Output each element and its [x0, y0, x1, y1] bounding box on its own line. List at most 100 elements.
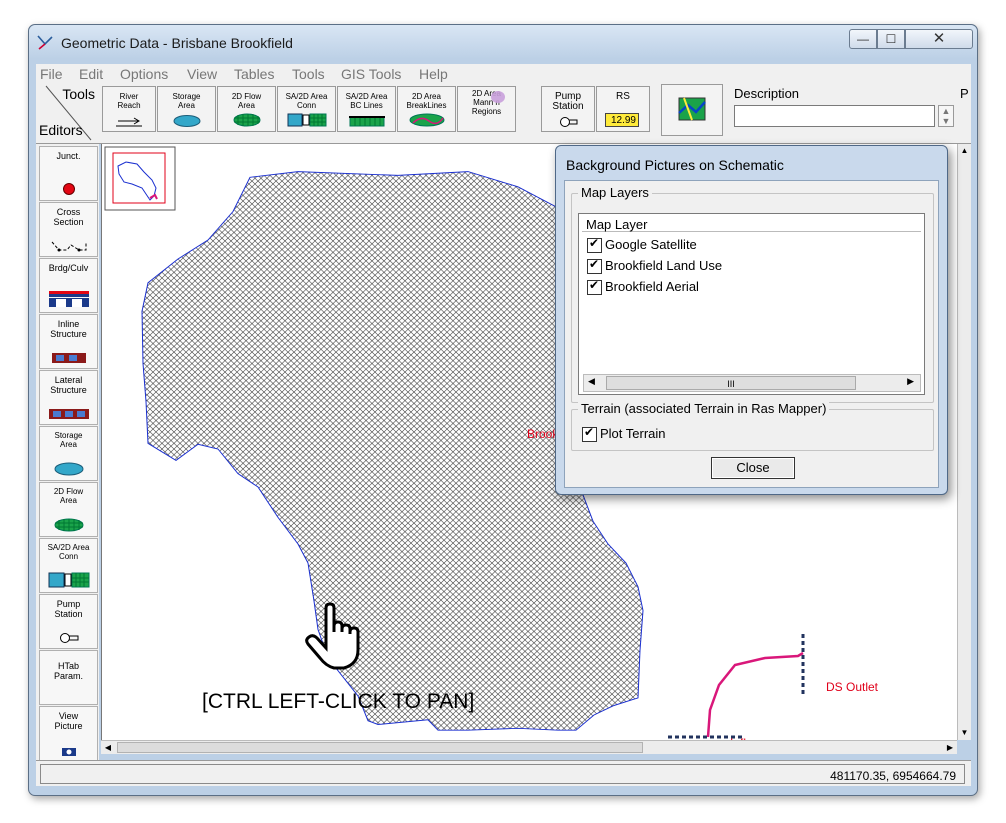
- maximize-button[interactable]: ☐: [877, 29, 905, 49]
- storage-area-icon: [173, 115, 200, 127]
- list-item[interactable]: Brookfield Land Use: [583, 257, 922, 277]
- mannings-region-icon: [491, 91, 505, 103]
- menu-file[interactable]: File: [40, 66, 63, 82]
- pump-icon: [560, 117, 578, 127]
- storage-area-button[interactable]: Storage Area: [157, 86, 216, 132]
- list-horizontal-scrollbar[interactable]: ◀ III ▶: [583, 374, 921, 392]
- map-icon: [678, 97, 706, 121]
- pump-station-button[interactable]: Pump Station: [541, 86, 595, 132]
- junction-editor-button[interactable]: Junct.: [39, 146, 98, 201]
- menu-edit[interactable]: Edit: [79, 66, 103, 82]
- map-layers-group-label: Map Layers: [578, 185, 652, 200]
- rs-button[interactable]: RS 12.99: [596, 86, 650, 132]
- menu-tables[interactable]: Tables: [234, 66, 274, 82]
- menu-gis-tools[interactable]: GIS Tools: [341, 66, 401, 82]
- menu-help[interactable]: Help: [419, 66, 448, 82]
- terrain-group-label: Terrain (associated Terrain in Ras Mappe…: [578, 401, 830, 416]
- close-window-button[interactable]: ✕: [905, 29, 973, 49]
- tools-editors-header: Tools Editors: [36, 84, 99, 142]
- layer-checkbox-land-use[interactable]: [587, 257, 602, 274]
- sa-2d-bc-lines-button[interactable]: SA/2D Area BC Lines: [337, 86, 396, 132]
- tools-label: Tools: [62, 86, 95, 102]
- coordinates-readout: 481170.35, 6954664.79: [830, 769, 956, 783]
- editors-label: Editors: [39, 122, 83, 138]
- close-button[interactable]: Close: [711, 457, 795, 479]
- pan-hint-text: [CTRL LEFT-CLICK TO PAN]: [202, 690, 475, 713]
- description-label: Description: [734, 86, 800, 101]
- menu-tools[interactable]: Tools: [292, 66, 325, 82]
- terrain-group: Terrain (associated Terrain in Ras Mappe…: [571, 401, 934, 451]
- scroll-left-arrow[interactable]: ◀: [101, 741, 115, 754]
- list-scroll-left[interactable]: ◀: [588, 376, 595, 387]
- status-field: 481170.35, 6954664.79: [40, 764, 965, 784]
- layer-name: Brookfield Aerial: [605, 279, 699, 294]
- description-spinner[interactable]: ▲ ▼: [938, 105, 954, 127]
- list-scroll-thumb[interactable]: III: [606, 376, 856, 390]
- layer-name: Google Satellite: [605, 237, 697, 252]
- scroll-up-arrow[interactable]: ▲: [958, 144, 971, 158]
- list-scroll-right[interactable]: ▶: [907, 376, 914, 387]
- dialog-body: Map Layers Map Layer Google Satellite Br…: [564, 180, 939, 488]
- sa-2d-conn-button[interactable]: SA/2D Area Conn: [277, 86, 336, 132]
- pump-station-editor-button[interactable]: Pump Station: [39, 594, 98, 649]
- map-layer-list[interactable]: Map Layer Google Satellite Brookfield La…: [578, 213, 925, 395]
- scroll-right-arrow[interactable]: ▶: [943, 741, 957, 754]
- scroll-down-arrow[interactable]: ▼: [958, 726, 971, 740]
- river-reach-button[interactable]: River Reach: [102, 86, 156, 132]
- menu-options[interactable]: Options: [120, 66, 168, 82]
- list-header-map-layer: Map Layer: [586, 217, 648, 232]
- description-field[interactable]: [734, 105, 935, 127]
- map-layers-button[interactable]: [661, 84, 723, 136]
- horizontal-scrollbar[interactable]: ◀ ▶: [101, 740, 957, 754]
- title-bar[interactable]: Geometric Data - Brisbane Brookfield — ☐…: [29, 25, 977, 59]
- 2d-breaklines-button[interactable]: 2D Area BreakLines: [397, 86, 456, 132]
- layer-name: Brookfield Land Use: [605, 258, 723, 273]
- map-layers-group: Map Layers Map Layer Google Satellite Br…: [571, 185, 934, 403]
- dialog-title: Background Pictures on Schematic: [566, 157, 784, 173]
- minimize-button[interactable]: —: [849, 29, 877, 49]
- menu-view[interactable]: View: [187, 66, 217, 82]
- sa-2d-conn-icon: [287, 113, 326, 127]
- hand-pan-icon: [305, 602, 360, 670]
- layer-checkbox-google-satellite[interactable]: [587, 236, 602, 253]
- bc-lines-icon: [348, 116, 385, 127]
- list-header-row: Map Layer: [582, 216, 921, 232]
- layer-checkbox-aerial[interactable]: [587, 278, 602, 295]
- bridge-culvert-editor-button[interactable]: Brdg/Culv: [39, 258, 98, 313]
- inline-structure-editor-button[interactable]: Inline Structure: [39, 314, 98, 369]
- camera-icon: [61, 748, 76, 756]
- plot-terrain-checkbox[interactable]: [582, 425, 597, 442]
- 2d-grid-icon: [233, 113, 260, 127]
- 2d-flow-area-editor-button[interactable]: 2D Flow Area: [39, 482, 98, 537]
- sa-2d-conn-editor-button[interactable]: SA/2D Area Conn: [39, 538, 98, 593]
- cross-section-icon: [51, 241, 86, 252]
- toolbar: Tools Editors River Reach Storage Area 2…: [36, 84, 971, 144]
- sa-2d-conn-icon: [48, 572, 89, 588]
- view-picture-editor-button[interactable]: View Picture: [39, 706, 98, 761]
- inline-structure-icon: [51, 353, 86, 363]
- list-item[interactable]: Google Satellite: [583, 236, 922, 256]
- editors-panel: Junct. Cross Section Brdg/Culv Inline St…: [36, 144, 99, 778]
- 2d-mannings-regions-button[interactable]: 2D Area Mann n Regions: [457, 86, 516, 132]
- right-truncated-label: P: [960, 86, 969, 101]
- 2d-grid-icon: [54, 518, 83, 532]
- list-item[interactable]: Brookfield Aerial: [583, 278, 922, 298]
- status-bar: 481170.35, 6954664.79: [36, 760, 971, 786]
- lateral-structure-icon: [48, 409, 89, 419]
- ds-outlet-label: DS Outlet: [826, 680, 879, 694]
- pump-icon: [59, 633, 78, 643]
- window-title: Geometric Data - Brisbane Brookfield: [61, 35, 293, 51]
- storage-area-editor-button[interactable]: Storage Area: [39, 426, 98, 481]
- horizontal-scroll-thumb[interactable]: [117, 742, 643, 753]
- lateral-structure-editor-button[interactable]: Lateral Structure: [39, 370, 98, 425]
- breaklines-icon: [409, 113, 444, 127]
- bc-line-path: [706, 651, 804, 738]
- reach-arrow-icon: [116, 117, 142, 127]
- plot-terrain-label: Plot Terrain: [600, 426, 666, 441]
- cross-section-editor-button[interactable]: Cross Section: [39, 202, 98, 257]
- vertical-scrollbar[interactable]: ▲ ▼: [957, 144, 971, 740]
- background-pictures-dialog: Background Pictures on Schematic Map Lay…: [555, 145, 948, 495]
- app-icon: [37, 35, 53, 50]
- htab-param-editor-button[interactable]: HTab Param.: [39, 650, 98, 705]
- 2d-flow-area-button[interactable]: 2D Flow Area: [217, 86, 276, 132]
